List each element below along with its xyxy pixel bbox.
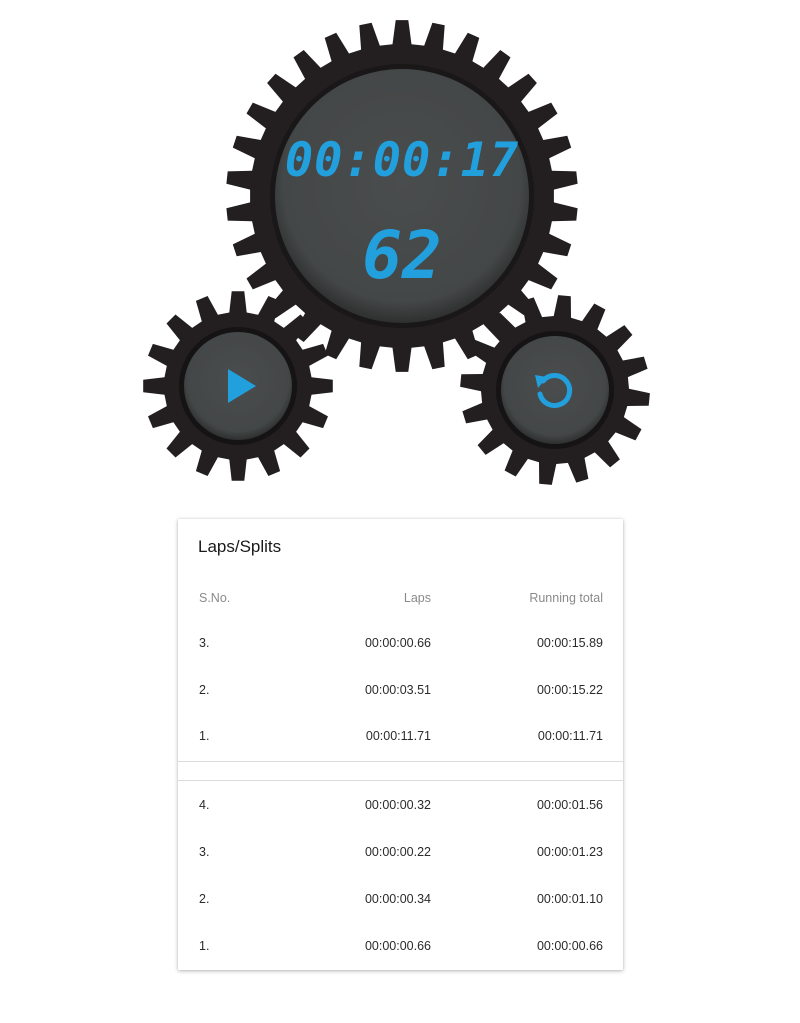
row-lap: 00:00:00.66 — [364, 636, 431, 650]
table-row: 2. 00:00:03.51 00:00:15.22 — [178, 683, 623, 705]
laps-title: Laps/Splits — [198, 537, 282, 556]
divider — [178, 761, 623, 762]
table-row: 2. 00:00:00.34 00:00:01.10 — [178, 892, 623, 914]
row-total: 00:00:01.10 — [536, 892, 603, 906]
row-sno: 1. — [199, 729, 210, 743]
table-row: 3. 00:00:00.66 00:00:15.89 — [178, 636, 623, 658]
header-sno: S.No. — [199, 591, 231, 605]
header-running-total: Running total — [529, 591, 603, 605]
table-row: 1. 00:00:00.66 00:00:00.66 — [178, 939, 623, 961]
main-gear: 00:00:17 62 — [226, 20, 578, 372]
laps-card: Laps/Splits S.No. Laps Running total 3. … — [178, 519, 623, 970]
time-display: 00:00:17 — [285, 133, 519, 188]
row-total: 00:00:01.56 — [536, 798, 603, 812]
row-lap: 00:00:00.32 — [364, 798, 431, 812]
divider — [178, 780, 623, 781]
row-sno: 2. — [199, 683, 210, 697]
play-button[interactable] — [143, 291, 333, 481]
row-total: 00:00:15.89 — [536, 636, 603, 650]
row-sno: 3. — [199, 636, 210, 650]
row-sno: 3. — [199, 845, 210, 859]
row-sno: 4. — [199, 798, 210, 812]
row-lap: 00:00:00.34 — [364, 892, 431, 906]
row-sno: 1. — [199, 939, 210, 953]
table-row: 1. 00:00:11.71 00:00:11.71 — [178, 729, 623, 751]
table-row: 3. 00:00:00.22 00:00:01.23 — [178, 845, 623, 867]
row-lap: 00:00:00.66 — [364, 939, 431, 953]
header-laps: Laps — [403, 591, 431, 605]
row-lap: 00:00:00.22 — [364, 845, 431, 859]
row-total: 00:00:15.22 — [536, 683, 603, 697]
centiseconds-display: 62 — [362, 217, 441, 294]
row-lap: 00:00:03.51 — [364, 683, 431, 697]
row-total: 00:00:01.23 — [536, 845, 603, 859]
row-lap: 00:00:11.71 — [365, 729, 431, 743]
row-sno: 2. — [199, 892, 210, 906]
stopwatch-gears: 00:00:17 62 — [143, 20, 650, 485]
row-total: 00:00:00.66 — [536, 939, 603, 953]
laps-header-row: S.No. Laps Running total — [178, 591, 623, 613]
table-row: 4. 00:00:00.32 00:00:01.56 — [178, 798, 623, 820]
row-total: 00:00:11.71 — [537, 729, 603, 743]
